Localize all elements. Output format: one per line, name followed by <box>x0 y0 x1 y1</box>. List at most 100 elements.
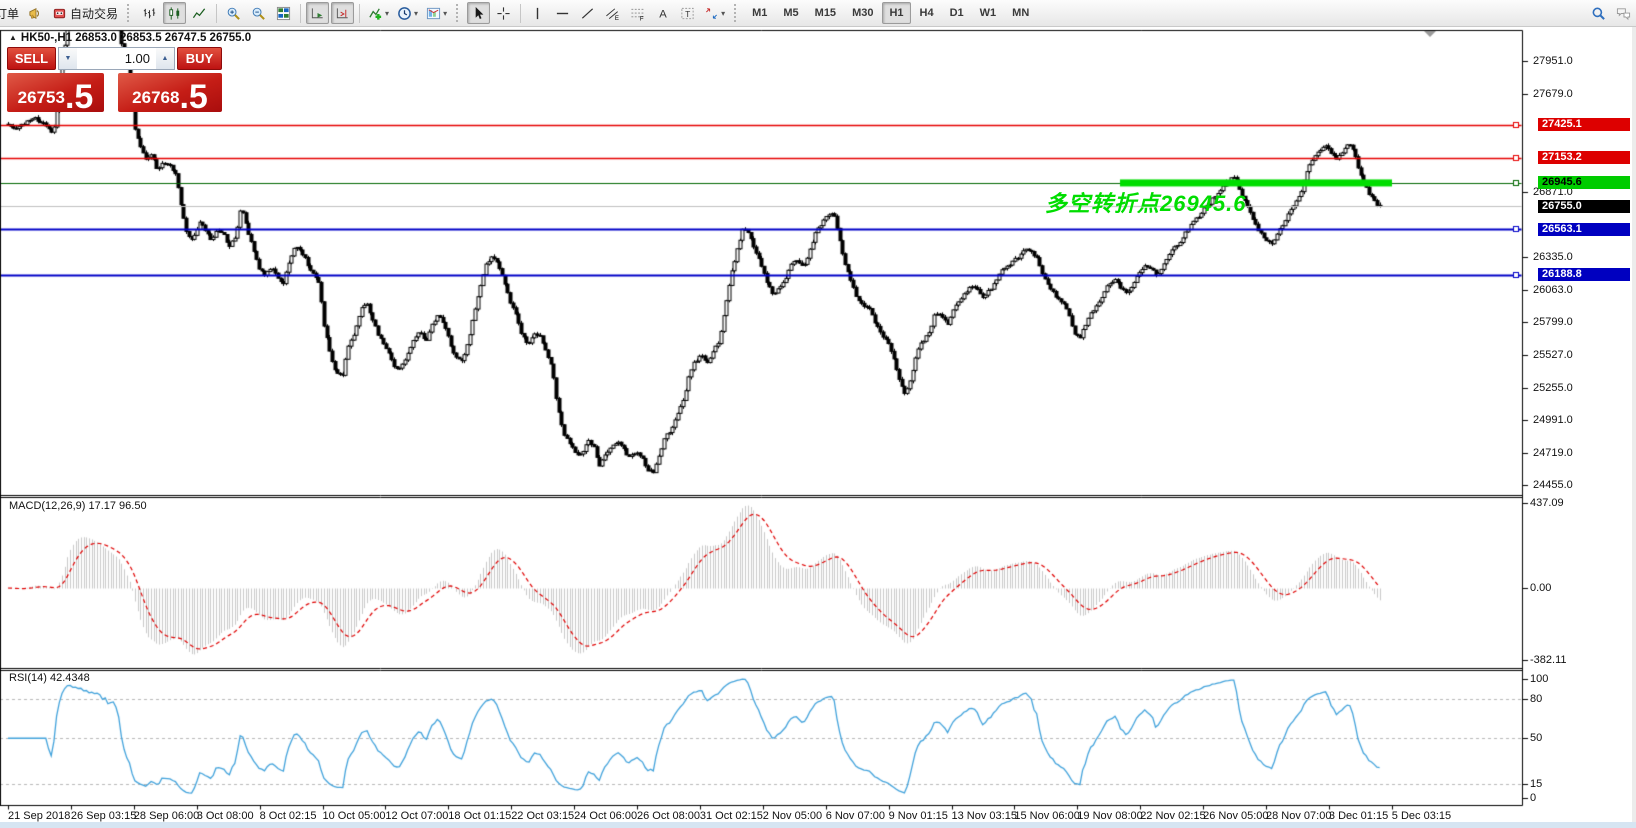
textA-icon: A <box>655 6 670 21</box>
label-button[interactable]: T <box>676 2 699 24</box>
zoomin-icon <box>226 6 241 21</box>
zoom-out-button[interactable] <box>247 2 270 24</box>
volume-input[interactable]: 1.00 <box>77 48 156 69</box>
tf-m1-button[interactable]: M1 <box>745 2 774 24</box>
indicators-icon <box>368 6 383 21</box>
timeframe-label: M30 <box>848 7 877 19</box>
fibo-icon: F <box>630 6 645 21</box>
volume-increase-button[interactable]: ▲ <box>156 48 174 69</box>
autotrading-button[interactable]: 自动交易 <box>49 2 121 24</box>
trendline-button[interactable] <box>576 2 599 24</box>
chevron-down-icon: ▾ <box>721 9 725 18</box>
search-icon <box>1591 6 1606 21</box>
tf-m30-button[interactable]: M30 <box>845 2 880 24</box>
window-edge <box>1632 27 1636 828</box>
auto-scroll-button[interactable] <box>306 2 329 24</box>
new-order-button[interactable]: 订单 <box>0 2 22 24</box>
text-button[interactable]: A <box>651 2 674 24</box>
candlestick-chart-button[interactable] <box>163 2 186 24</box>
buy-price-frac: .5 <box>179 83 207 112</box>
buy-button[interactable]: BUY <box>177 47 222 70</box>
chat-icon <box>1616 6 1631 21</box>
chevron-down-icon: ▾ <box>414 9 418 18</box>
toolbar-grip <box>456 4 462 22</box>
timeframe-label: M15 <box>811 7 840 19</box>
buy-price-main: 26768 <box>132 89 179 106</box>
templates-button[interactable]: ▾ <box>423 2 450 24</box>
textT-icon: T <box>680 6 695 21</box>
toolbar-separator <box>520 4 521 23</box>
tf-d1-button[interactable]: D1 <box>943 2 971 24</box>
bars-icon <box>142 6 157 21</box>
tf-m15-button[interactable]: M15 <box>808 2 843 24</box>
chartshift-icon <box>335 6 350 21</box>
hline-icon <box>555 6 570 21</box>
tf-h1-button[interactable]: H1 <box>882 2 910 24</box>
cursor-button[interactable] <box>467 2 490 24</box>
tf-m5-button[interactable]: M5 <box>776 2 805 24</box>
crosshair-button[interactable] <box>492 2 515 24</box>
svg-text:A: A <box>659 8 667 20</box>
tf-h4-button[interactable]: H4 <box>913 2 941 24</box>
horn-icon <box>28 6 43 21</box>
sell-price-box[interactable]: 26753.5 <box>7 73 104 112</box>
volume-stepper: ▼ 1.00 ▲ <box>58 47 175 70</box>
autoscroll-icon <box>310 6 325 21</box>
periods-button[interactable]: ▾ <box>394 2 421 24</box>
zoom-in-button[interactable] <box>222 2 245 24</box>
toolbar-separator <box>300 4 301 23</box>
toolbar-separator <box>216 4 217 23</box>
svg-text:E: E <box>615 15 619 21</box>
timeframe-label: D1 <box>946 7 968 19</box>
svg-text:F: F <box>640 15 644 20</box>
chat-button[interactable] <box>1612 2 1635 24</box>
channel-icon: E <box>605 6 620 21</box>
chart-shift-button[interactable] <box>331 2 354 24</box>
toolbar: 订单 自动交易 ▾ ▾ ▾ E F A T ▾ M1 M5 M15 M30 H1 H4 D1 W1 MN <box>0 0 1636 27</box>
timeframe-label: W1 <box>976 7 1001 19</box>
crosshair-icon <box>496 6 511 21</box>
arrows-button[interactable]: ▾ <box>701 2 728 24</box>
chevron-down-icon: ▾ <box>443 9 447 18</box>
tile-windows-button[interactable] <box>272 2 295 24</box>
bar-chart-button[interactable] <box>138 2 161 24</box>
linechart-icon <box>192 6 207 21</box>
svg-text:T: T <box>685 8 690 18</box>
toolbar-grip <box>734 4 740 22</box>
one-click-trading-panel: SELL ▼ 1.00 ▲ BUY 26753.5 26768.5 <box>7 47 222 113</box>
toolbar-button-label: 自动交易 <box>70 5 118 22</box>
robot-icon <box>52 6 67 21</box>
status-bar-edge <box>0 822 1636 828</box>
tf-w1-button[interactable]: W1 <box>973 2 1004 24</box>
candles-icon <box>167 6 182 21</box>
indicators-button[interactable]: ▾ <box>365 2 392 24</box>
search-button[interactable] <box>1587 2 1610 24</box>
sell-price-main: 26753 <box>18 89 65 106</box>
trendline-icon <box>580 6 595 21</box>
timeframe-label: H4 <box>916 7 938 19</box>
tile-icon <box>276 6 291 21</box>
sell-price-frac: .5 <box>65 83 93 112</box>
toolbar-button-label: 订单 <box>0 5 19 22</box>
buy-price-box[interactable]: 26768.5 <box>118 73 222 112</box>
vline-icon <box>530 6 545 21</box>
candlestick-chart[interactable] <box>0 27 1636 828</box>
chevron-down-icon: ▾ <box>385 9 389 18</box>
fibonacci-button[interactable]: F <box>626 2 649 24</box>
sell-button[interactable]: SELL <box>7 47 56 70</box>
tf-mn-button[interactable]: MN <box>1005 2 1036 24</box>
cursor-icon <box>471 6 486 21</box>
horizontal-line-button[interactable] <box>551 2 574 24</box>
mt4-terminal: { "window": {"marker": "▲", "title": "HK… <box>0 0 1636 828</box>
timeframe-label: M1 <box>748 7 771 19</box>
volume-decrease-button[interactable]: ▼ <box>59 48 77 69</box>
template-icon <box>426 6 441 21</box>
timeframe-label: M5 <box>779 7 802 19</box>
vertical-line-button[interactable] <box>526 2 549 24</box>
arrows-icon <box>704 6 719 21</box>
timeframe-label: H1 <box>885 7 907 19</box>
line-chart-button[interactable] <box>188 2 211 24</box>
alerts-button[interactable] <box>24 2 47 24</box>
toolbar-grip <box>127 4 133 22</box>
channel-button[interactable]: E <box>601 2 624 24</box>
